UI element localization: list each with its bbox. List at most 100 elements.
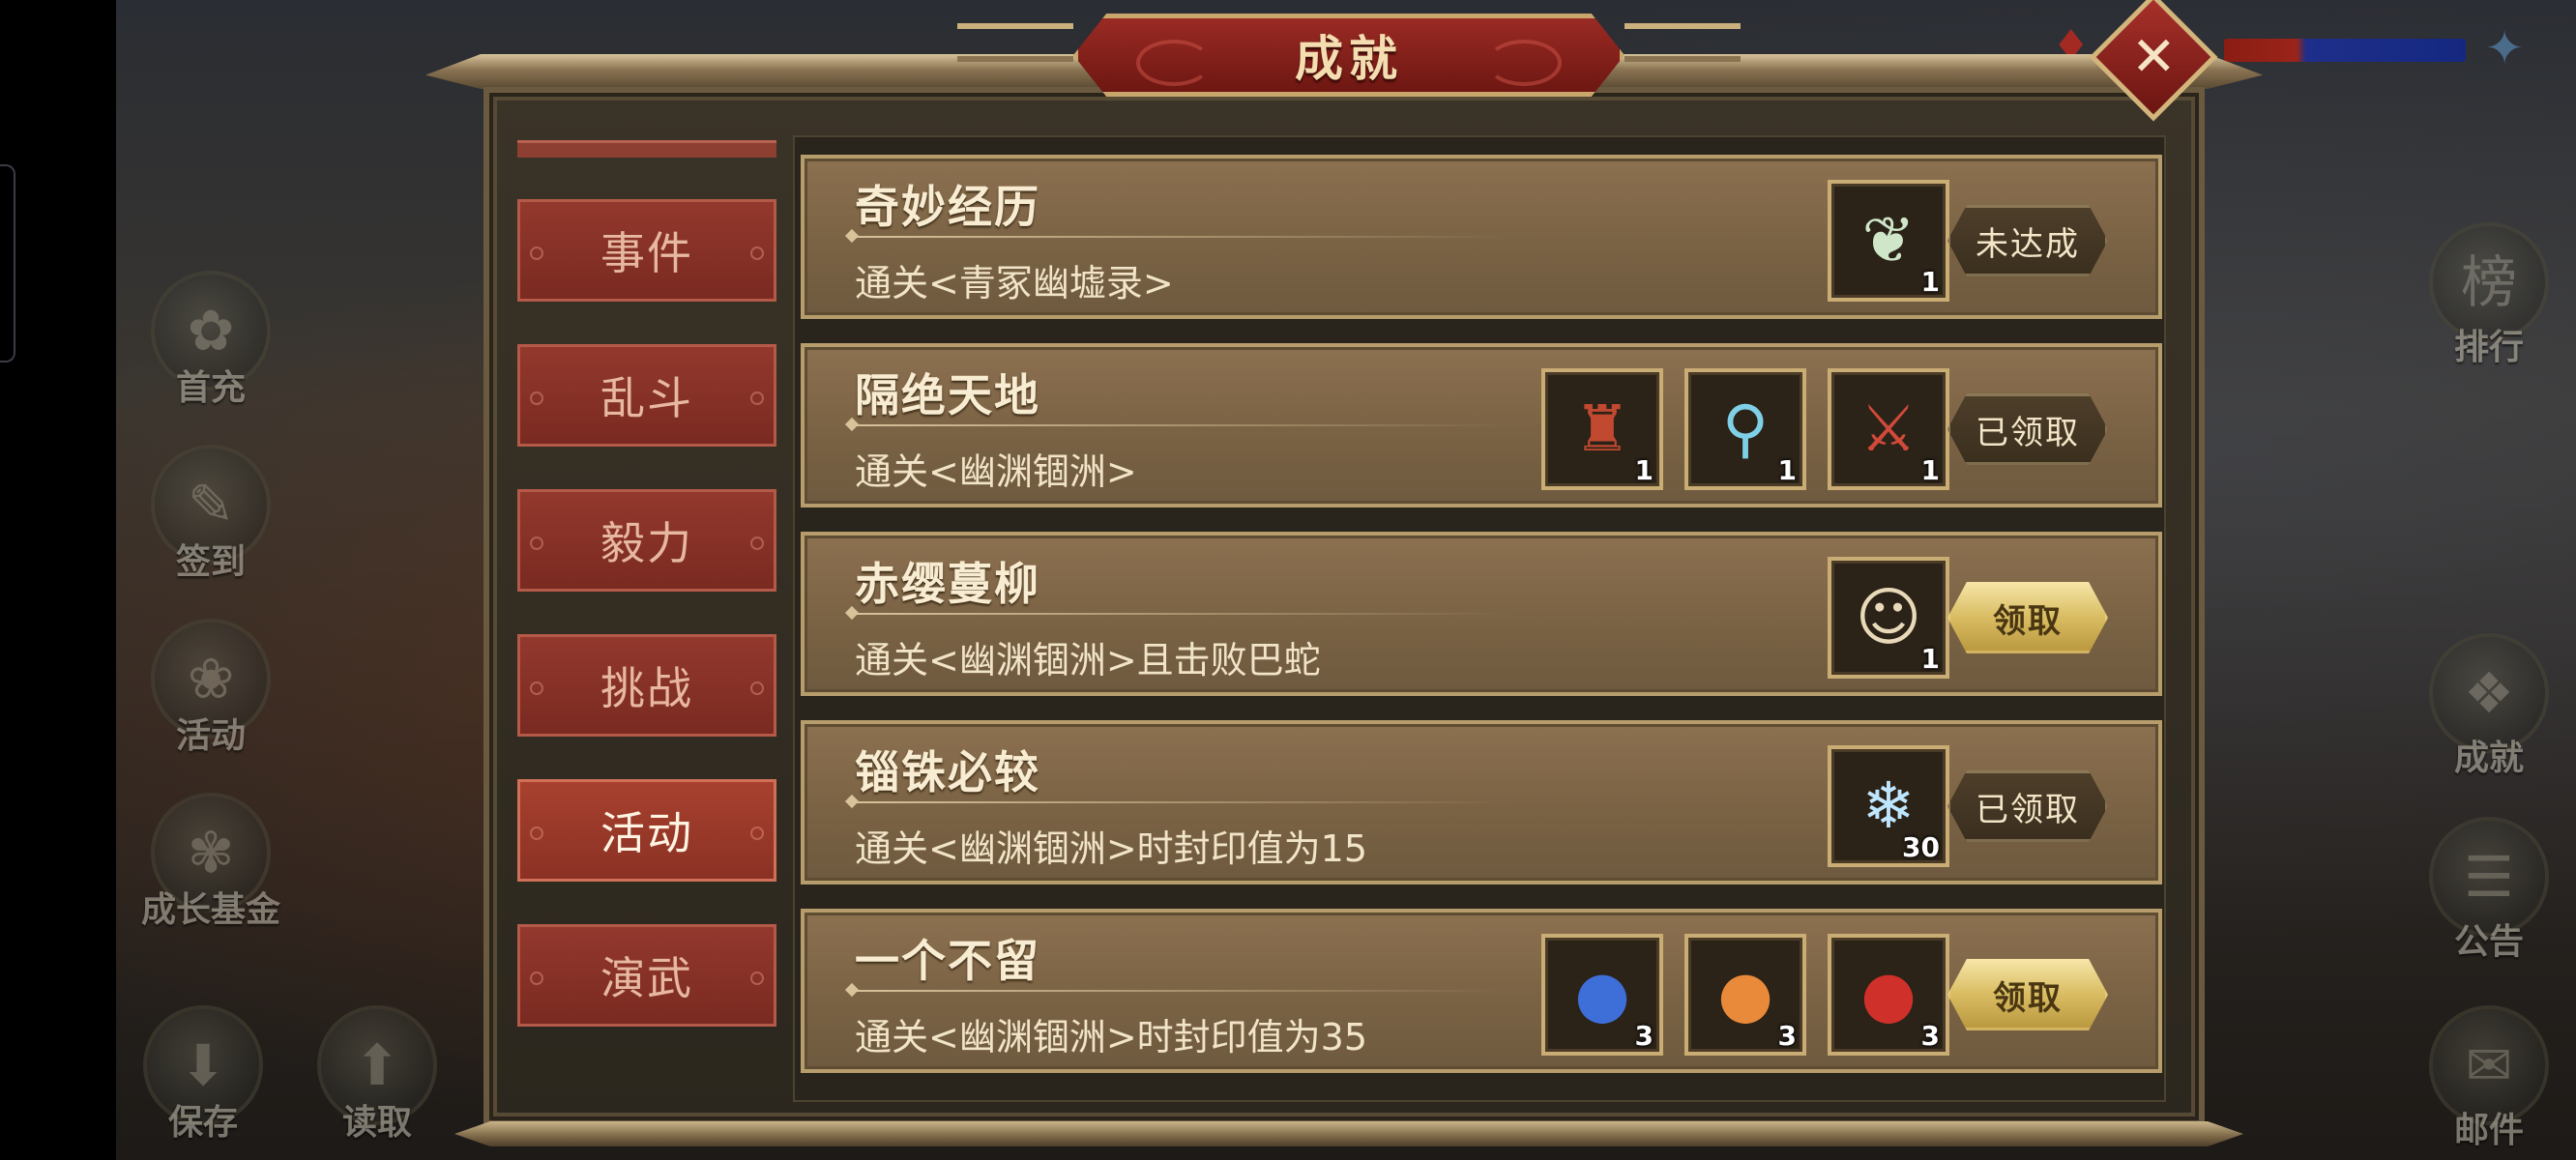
- hud-label: 保存: [167, 1103, 239, 1143]
- reward-item[interactable]: ☺ 1: [1828, 557, 1949, 679]
- save-icon: ⬇: [179, 1032, 227, 1098]
- load-icon: ⬆: [353, 1032, 401, 1098]
- hud-label: 首充: [175, 368, 247, 408]
- reward-count: 1: [1634, 454, 1654, 486]
- tab-0[interactable]: 事件: [517, 199, 776, 302]
- tab-ornament: [750, 536, 764, 550]
- achievement-description: 通关<幽渊锢洲>时封印值为15: [855, 827, 1368, 870]
- tab-ornament: [750, 972, 764, 985]
- reward-item[interactable]: ⚲ 1: [1684, 368, 1806, 490]
- scroll-icon: ✎: [187, 472, 235, 537]
- tab-2[interactable]: 毅力: [517, 489, 776, 592]
- title-ornament-left: [957, 23, 1073, 62]
- ranking-icon: 榜: [2460, 249, 2517, 315]
- reward-item[interactable]: ❄ 30: [1828, 745, 1949, 867]
- title-ornament-right: [1625, 23, 1741, 62]
- reward-item[interactable]: ● 3: [1684, 934, 1806, 1056]
- achievement-title: 隔绝天地: [855, 369, 1040, 421]
- reward-item[interactable]: ⚔ 1: [1828, 368, 1949, 490]
- hud-label: 活动: [175, 716, 247, 756]
- achievement-title: 赤缨蔓柳: [855, 558, 1040, 610]
- gift-icon: ✿: [187, 298, 235, 363]
- claim-button[interactable]: 领取: [1947, 959, 2108, 1030]
- tab-label: 乱斗: [600, 372, 693, 424]
- hud-label: 读取: [341, 1103, 413, 1143]
- side-handle[interactable]: [0, 164, 15, 362]
- reward-count: 1: [1920, 643, 1940, 675]
- divider: [851, 424, 1508, 426]
- mail-icon: ✉: [2465, 1032, 2513, 1098]
- achievement-icon: ❖: [2464, 660, 2514, 726]
- tab-list-header: [517, 140, 776, 158]
- frame-bottom-rail: [454, 1121, 2243, 1146]
- achievement-row: 赤缨蔓柳通关<幽渊锢洲>且击败巴蛇 ☺ 1 领取: [801, 532, 2162, 696]
- achievement-description: 通关<幽渊锢洲>且击败巴蛇: [855, 639, 1321, 682]
- tab-label: 演武: [600, 952, 693, 1004]
- reward-item[interactable]: ❦ 1: [1828, 180, 1949, 302]
- tab-ornament: [530, 826, 543, 840]
- blue-fruit-icon: ●: [1574, 957, 1630, 1031]
- achievement-row: 奇妙经历通关<青冢幽墟录> ❦ 1 未达成: [801, 155, 2162, 319]
- reward-item[interactable]: ● 3: [1828, 934, 1949, 1056]
- tab-ornament: [530, 392, 543, 405]
- tab-label: 挑战: [600, 662, 693, 714]
- reward-count: 1: [1920, 266, 1940, 298]
- divider: [851, 236, 1508, 238]
- hud-label: 排行: [2453, 328, 2525, 367]
- ice-crystal-icon: ❄: [1861, 768, 1916, 843]
- reward-item[interactable]: ♜ 1: [1541, 368, 1663, 490]
- plant-icon: ✾: [187, 820, 235, 885]
- achievement-row: 一个不留 通关<幽渊锢洲>时封印值为35 ● 3 ● 3 ● 3 领取: [801, 909, 2162, 1073]
- resource-bar: [2224, 39, 2466, 62]
- achievement-description: 通关<幽渊锢洲>时封印值为35: [855, 1016, 1368, 1058]
- tab-1[interactable]: 乱斗: [517, 344, 776, 447]
- armor-icon: ♜: [1573, 392, 1631, 466]
- orange-fruit-icon: ●: [1717, 957, 1773, 1031]
- hud-label: 签到: [175, 542, 247, 582]
- tab-4[interactable]: 活动: [517, 779, 776, 882]
- reward-count: 3: [1634, 1020, 1654, 1052]
- status-badge: 未达成: [1947, 205, 2108, 276]
- hero-portrait-icon: ☺: [1855, 580, 1922, 654]
- tab-label: 事件: [600, 227, 693, 279]
- tab-ornament: [530, 246, 543, 260]
- achievement-description: 通关<青冢幽墟录>: [855, 262, 1174, 304]
- mirror-icon: ⚲: [1721, 392, 1770, 466]
- reward-count: 3: [1920, 1020, 1940, 1052]
- reward-item[interactable]: ● 3: [1541, 934, 1663, 1056]
- tab-ornament: [750, 826, 764, 840]
- hud-label: 公告: [2453, 922, 2525, 962]
- divider: [851, 801, 1508, 803]
- claim-button[interactable]: 领取: [1947, 582, 2108, 653]
- tab-ornament: [530, 972, 543, 985]
- reward-count: 1: [1777, 454, 1797, 486]
- status-badge: 已领取: [1947, 393, 2108, 465]
- tab-ornament: [750, 682, 764, 695]
- tab-ornament: [530, 536, 543, 550]
- tab-ornament: [530, 682, 543, 695]
- tab-label: 毅力: [600, 517, 693, 569]
- hud-label: 成长基金: [140, 890, 281, 930]
- page-title: 成就: [1295, 31, 1403, 87]
- tab-ornament: [750, 246, 764, 260]
- blue-emblem-icon: ✦: [2485, 21, 2525, 75]
- achievement-title: 奇妙经历: [855, 181, 1040, 233]
- achievement-title: 一个不留: [855, 935, 1040, 987]
- screen-edge: [0, 0, 116, 1160]
- achievement-row: 锱铢必较 通关<幽渊锢洲>时封印值为15 ❄ 30 已领取: [801, 720, 2162, 884]
- tab-5[interactable]: 演武: [517, 924, 776, 1027]
- divider: [851, 990, 1508, 992]
- tab-3[interactable]: 挑战: [517, 634, 776, 737]
- red-fruit-icon: ●: [1860, 957, 1917, 1031]
- tab-label: 活动: [600, 807, 693, 859]
- divider: [851, 613, 1508, 615]
- hud-label: 邮件: [2453, 1111, 2525, 1150]
- achievement-title: 锱铢必较: [855, 746, 1040, 798]
- reward-count: 30: [1902, 831, 1940, 863]
- spear-icon: ⚔: [1859, 392, 1917, 466]
- tab-ornament: [750, 392, 764, 405]
- reward-count: 3: [1777, 1020, 1797, 1052]
- festival-icon: ❀: [187, 646, 235, 711]
- leaf-icon: ❦: [1861, 203, 1916, 277]
- reward-count: 1: [1920, 454, 1940, 486]
